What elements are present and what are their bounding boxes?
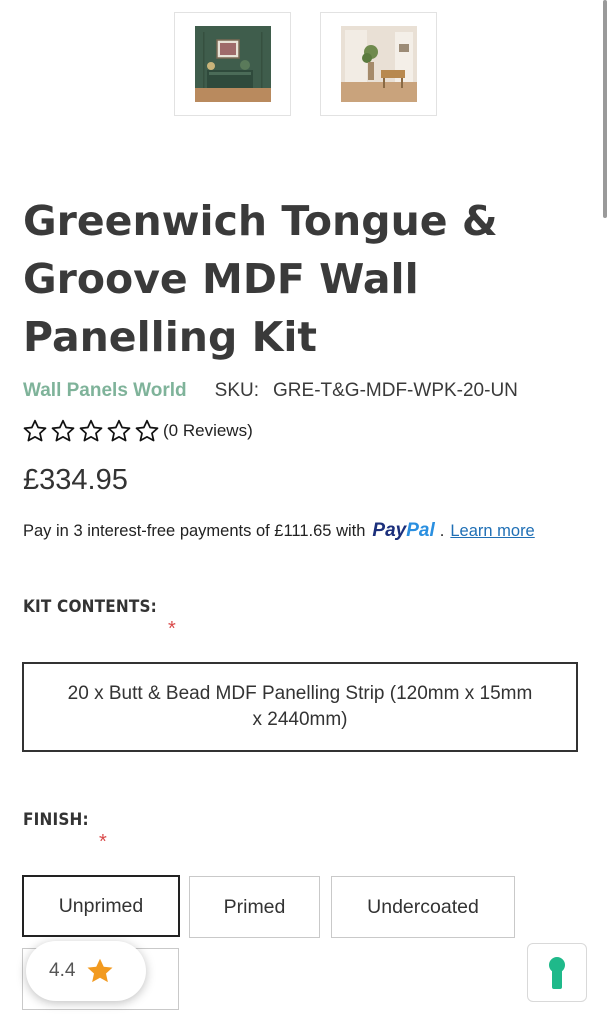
brand-link[interactable]: Wall Panels World [23,380,187,402]
finish-option-undercoated[interactable]: Undercoated [331,876,515,938]
rating-value: 4.4 [49,960,76,981]
learn-more-link[interactable]: Learn more [450,522,534,541]
product-title: Greenwich Tongue & Groove MDF Wall Panel… [23,197,498,361]
paypal-message: Pay in 3 interest-free payments of £111.… [23,520,535,542]
paypal-logo: PayPal [372,520,435,541]
star-icon [87,958,113,983]
finish-required-mark: * [99,831,107,853]
keyhole-icon [549,956,565,989]
thumbnail-gallery [174,12,437,116]
finish-option-unprimed[interactable]: Unprimed [22,875,180,937]
finish-option-primed[interactable]: Primed [189,876,320,938]
privacy-lock-button[interactable] [527,943,587,1002]
star-outline-icon [79,419,103,442]
product-price: £334.95 [23,464,128,496]
paypal-text: Pay in 3 interest-free payments of £111.… [23,522,366,540]
kit-contents-label: KIT CONTENTS: [23,597,157,617]
product-meta: Wall Panels World SKU: GRE-T&G-MDF-WPK-2… [23,380,518,402]
thumbnail-green-room[interactable] [174,12,291,116]
hallway-room-image [340,26,417,102]
page-scrollbar[interactable] [603,0,607,218]
star-outline-icon [51,419,75,442]
rating-stars [22,418,160,444]
thumbnail-hallway-room[interactable] [320,12,437,116]
star-outline-icon [23,419,47,442]
sku-value: GRE-T&G-MDF-WPK-20-UN [273,380,518,401]
reviews-rating-widget[interactable]: 4.4 [26,941,146,1001]
star-outline-icon [135,419,159,442]
green-room-image [194,26,271,102]
sku-label: SKU: [214,380,260,401]
star-outline-icon [107,419,131,442]
kit-contents-option[interactable]: 20 x Butt & Bead MDF Panelling Strip (12… [22,662,578,752]
reviews-count[interactable]: (0 Reviews) [163,421,253,441]
paypal-dot: . [439,522,445,540]
kit-contents-required-mark: * [168,618,176,640]
finish-label: FINISH: [23,810,89,830]
product-rating[interactable]: (0 Reviews) [22,418,253,444]
